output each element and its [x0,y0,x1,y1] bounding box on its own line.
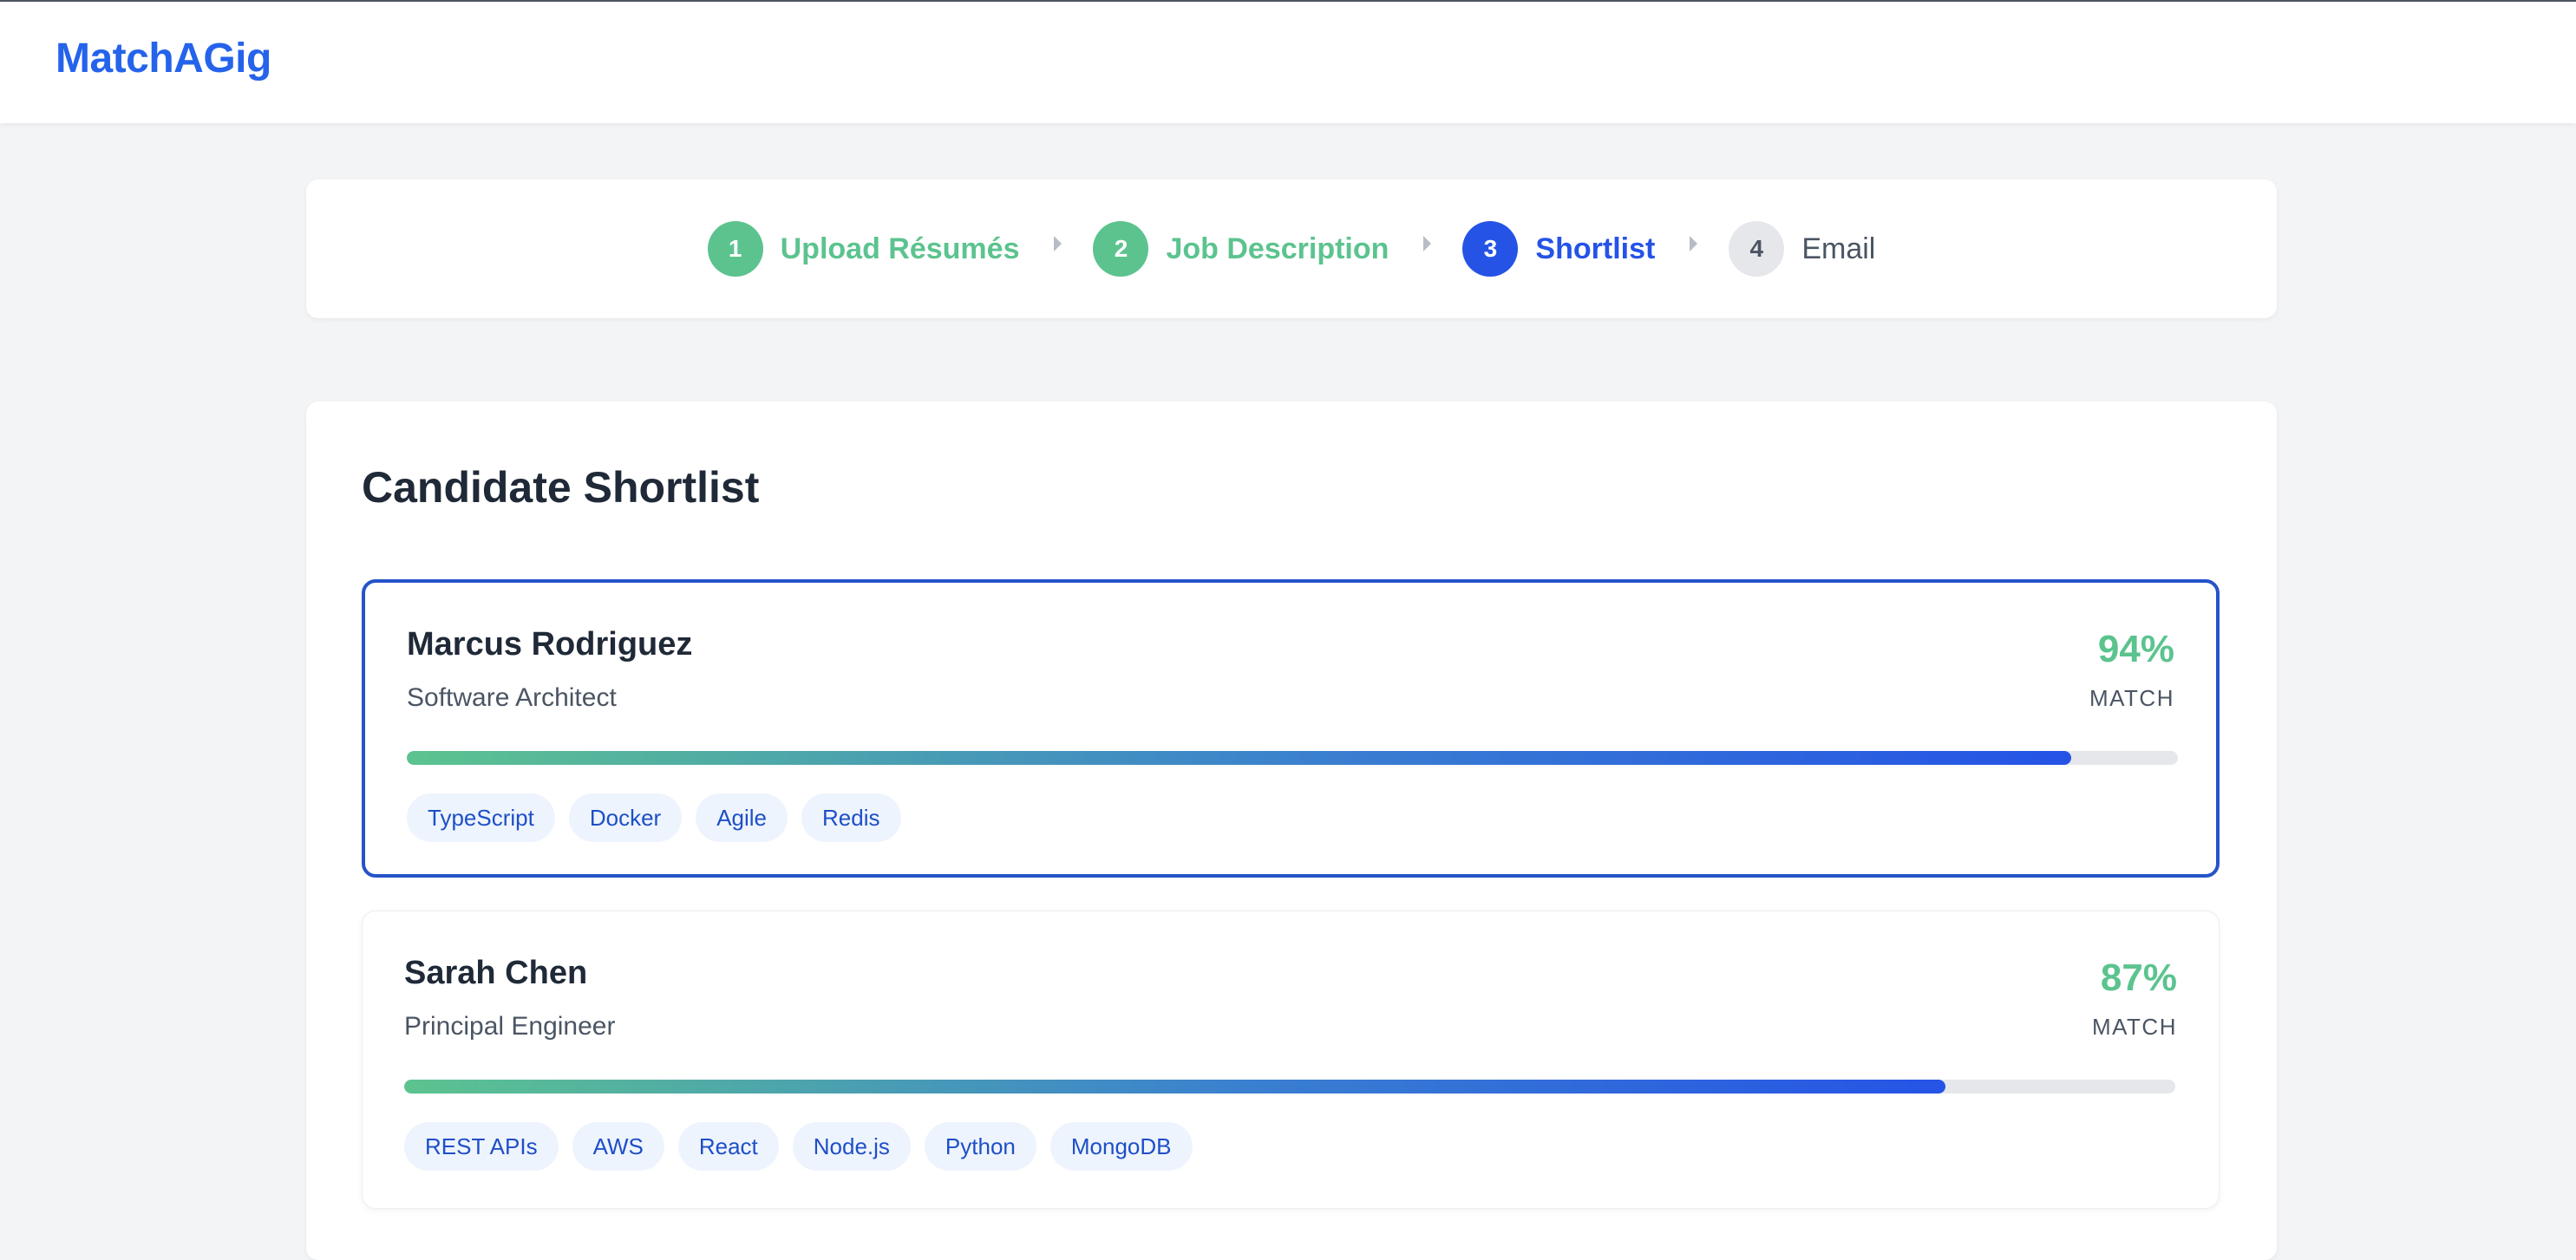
step-label: Job Description [1166,232,1389,265]
step-job-description[interactable]: 2 Job Description [1093,221,1389,277]
skill-tag: TypeScript [407,793,555,842]
step-number: 1 [707,221,763,277]
shortlist-panel: Candidate Shortlist Marcus Rodriguez Sof… [306,402,2277,1260]
skill-tag: Agile [696,793,788,842]
step-number: 3 [1462,221,1519,277]
skill-tag: Redis [801,793,901,842]
step-upload-resumes[interactable]: 1 Upload Résumés [707,221,1020,277]
match-percent: 87% [2100,956,2177,999]
candidate-card[interactable]: Marcus Rodriguez Software Architect 94% … [362,579,2220,878]
chevron-right-icon [1690,236,1698,251]
step-label: Shortlist [1535,232,1656,265]
skill-tag: React [677,1122,779,1171]
step-shortlist[interactable]: 3 Shortlist [1462,221,1655,277]
match-progress-bar [404,1080,2175,1094]
match-label: MATCH [2089,685,2174,711]
step-number: 4 [1729,221,1785,277]
page-title: Candidate Shortlist [362,463,760,512]
skill-tag: Python [924,1122,1036,1171]
skill-tag: MongoDB [1049,1122,1193,1171]
candidate-card[interactable]: Sarah Chen Principal Engineer 87% MATCH … [362,911,2220,1209]
progress-stepper: 1 Upload Résumés 2 Job Description 3 Sho… [306,180,2277,318]
app-logo[interactable]: MatchAGig [56,35,271,82]
step-number: 2 [1093,221,1149,277]
match-progress-fill [404,1080,1945,1094]
chevron-right-icon [1423,236,1432,251]
candidate-role: Software Architect [407,683,617,712]
candidate-name: Sarah Chen [404,955,588,991]
step-email[interactable]: 4 Email [1729,221,1875,277]
chevron-right-icon [1054,236,1062,251]
candidate-name: Marcus Rodriguez [407,626,693,663]
step-label: Upload Résumés [780,232,1020,265]
skill-tag: AWS [572,1122,664,1171]
skill-tag: REST APIs [404,1122,559,1171]
match-percent: 94% [2097,628,2174,670]
skill-tag: Docker [568,793,683,842]
skill-tag: Node.js [792,1122,911,1171]
step-label: Email [1801,232,1876,265]
top-navbar: MatchAGig [0,0,2576,123]
skill-tags: REST APIs AWS React Node.js Python Mongo… [404,1122,1206,1171]
skill-tags: TypeScript Docker Agile Redis [407,793,915,842]
match-progress-bar [407,751,2178,765]
match-progress-fill [407,751,2072,765]
match-label: MATCH [2091,1014,2177,1040]
candidate-role: Principal Engineer [404,1012,616,1041]
